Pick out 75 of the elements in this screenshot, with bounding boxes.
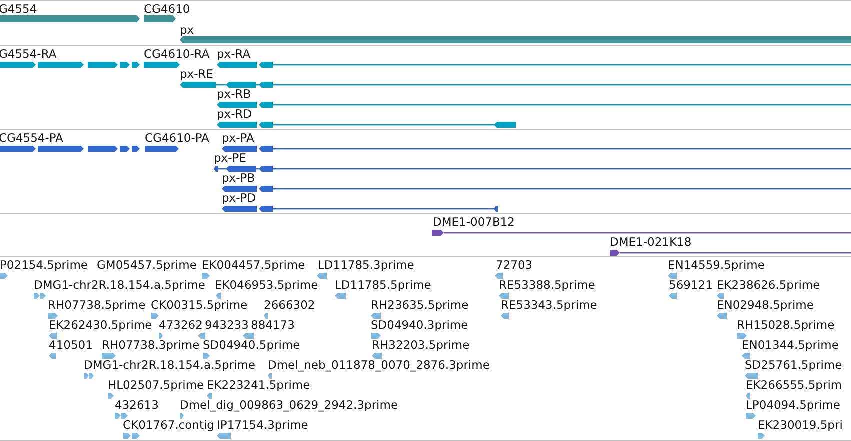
- feature-label: CG4610: [144, 3, 190, 16]
- feature-label: CG4554-PA: [0, 132, 64, 145]
- feature-label: EK230019.5pri: [758, 419, 843, 432]
- feature-glyph[interactable]: [222, 204, 498, 213]
- feature-label: LP04094.5prime: [746, 399, 840, 412]
- feature-label: EN01344.5prime: [742, 339, 839, 352]
- feature-label: px-RB: [217, 88, 252, 101]
- feature-label: SD04940.3prime: [371, 319, 468, 332]
- feature-label: Dmel_neb_011878_0070_2876.3prime: [268, 359, 490, 372]
- feature-label: RH23635.5prime: [371, 299, 469, 312]
- feature-label: 2666302: [264, 299, 316, 312]
- feature-label: 473262: [159, 319, 203, 332]
- feature-label: px: [180, 24, 194, 37]
- feature-label: IP17154.3prime: [217, 419, 308, 432]
- feature-glyph[interactable]: [0, 144, 140, 153]
- feature-label: CG4610-RA: [144, 48, 210, 61]
- feature-label: DMG1-chr2R.18.154.a.5prime: [34, 279, 206, 292]
- feature-label: px-RE: [180, 68, 214, 81]
- feature-label: EK238626.5prime: [717, 279, 820, 292]
- feature-glyph[interactable]: [432, 228, 851, 237]
- feature-label: px-RA: [217, 48, 251, 61]
- feature-label: px-PB: [222, 172, 256, 185]
- feature-label: RH07738.3prime: [102, 339, 200, 352]
- feature-label: EK046953.5prime: [215, 279, 318, 292]
- feature-glyph[interactable]: [180, 36, 851, 44]
- feature-label: CG4610-PA: [145, 132, 210, 145]
- feature-label: px-RD: [217, 108, 252, 121]
- feature-label: EN14559.5prime: [668, 259, 765, 272]
- feature-label: DME1-021K18: [610, 236, 692, 249]
- feature-label: 72703: [496, 259, 533, 272]
- feature-label: EK262430.5prime: [49, 319, 152, 332]
- feature-label: DMG1-chr2R.18.154.a.5prime: [84, 359, 256, 372]
- feature-glyph[interactable]: [144, 15, 176, 23]
- feature-glyph[interactable]: [610, 248, 851, 256]
- feature-label: GM05457.5prime: [97, 259, 197, 272]
- feature-label: LD11785.3prime: [318, 259, 414, 272]
- feature-label: 884173: [251, 319, 295, 332]
- feature-label: P02154.5prime: [0, 259, 88, 272]
- feature-label: Dmel_dig_009863_0629_2942.3prime: [180, 399, 398, 412]
- feature-label: RE53388.5prime: [499, 279, 596, 292]
- feature-glyph[interactable]: [222, 144, 851, 153]
- feature-glyph[interactable]: [0, 60, 140, 69]
- feature-label: px-PA: [222, 132, 254, 145]
- feature-label: DME1-007B12: [433, 216, 515, 229]
- feature-label: CK00315.5prime: [151, 299, 248, 312]
- feature-label: RH32203.5prime: [372, 339, 470, 352]
- feature-label: RH07738.5prime: [48, 299, 146, 312]
- feature-label: EK004457.5prime: [202, 259, 306, 272]
- feature-glyph[interactable]: [0, 15, 140, 23]
- feature-label: EK266555.5prim: [746, 379, 842, 392]
- feature-label: 432613: [115, 399, 159, 412]
- feature-label: SD25761.5prime: [745, 359, 842, 372]
- feature-label: px-PE: [214, 152, 246, 165]
- feature-label: CK01767.contig: [123, 419, 214, 432]
- feature-glyph[interactable]: [145, 144, 179, 153]
- feature-label: 410501: [49, 339, 93, 352]
- feature-glyph[interactable]: [180, 80, 851, 89]
- feature-label: SD04940.5prime: [203, 339, 300, 352]
- feature-glyph[interactable]: [217, 60, 851, 69]
- feature-glyph[interactable]: [144, 60, 180, 69]
- feature-label: HL02507.5prime: [108, 379, 204, 392]
- feature-label: G4554-RA: [0, 48, 57, 61]
- feature-label: 569121: [669, 279, 713, 292]
- feature-label: 943233: [205, 319, 249, 332]
- feature-label: G4554: [0, 3, 38, 16]
- feature-glyph[interactable]: [222, 184, 851, 193]
- feature-glyph[interactable]: [217, 100, 851, 109]
- feature-label: RE53343.5prime: [501, 299, 598, 312]
- feature-glyph[interactable]: [214, 164, 851, 173]
- feature-label: RH15028.5prime: [737, 319, 835, 332]
- feature-label: LD11785.5prime: [335, 279, 432, 292]
- feature-label: px-PD: [222, 192, 256, 205]
- feature-label: EN02948.5prime: [717, 299, 814, 312]
- feature-glyph[interactable]: [217, 120, 516, 129]
- feature-label: EK223241.5prime: [207, 379, 310, 392]
